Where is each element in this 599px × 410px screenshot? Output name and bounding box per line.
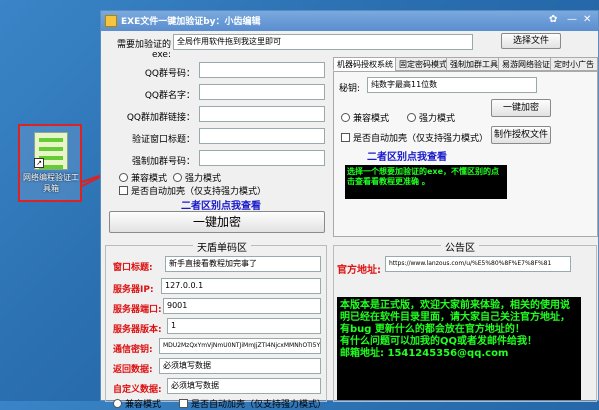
right-difference-hint-link[interactable]: 二者区别点我查看 <box>367 148 447 163</box>
window-title-label: 窗口标题: <box>113 263 153 273</box>
custom-data-label: 自定义数据: <box>113 385 162 395</box>
choose-file-button[interactable]: 选择文件 <box>501 33 561 49</box>
key-input[interactable]: 纯数字最高11位数 <box>367 77 537 93</box>
verify-title-input[interactable] <box>199 128 325 144</box>
difference-hint-link[interactable]: 二者区别点我查看 <box>181 197 261 212</box>
official-url-input[interactable]: https://www.lanzous.com/u/%E5%80%8F%E7%8… <box>385 256 571 272</box>
server-ip-input[interactable]: 127.0.0.1 <box>161 278 321 294</box>
force-mode-radio[interactable]: 强力模式 <box>173 171 221 184</box>
exe-path-input[interactable]: 全局作用软件拖到我这里即可 <box>173 34 473 50</box>
close-icon[interactable]: ✕ <box>583 14 591 25</box>
tab-timed-ad[interactable]: 定时小广告 <box>550 57 598 71</box>
custom-data-input[interactable]: 必须填写数据 <box>167 378 321 394</box>
force-mode-label: 强力模式 <box>185 174 222 184</box>
right-compat-radio[interactable]: 兼容模式 <box>341 111 389 124</box>
auto-shell-checkbox[interactable]: 是否自动加壳（仅支持强力模式） <box>119 184 266 197</box>
force-join-input[interactable] <box>199 150 325 166</box>
tiandun-compat-label: 兼容模式 <box>125 400 162 410</box>
auto-shell-label: 是否自动加壳（仅支持强力模式） <box>131 187 267 197</box>
compat-mode-label: 兼容模式 <box>131 174 168 184</box>
exe-path-label: 需要加验证的exe: <box>116 40 171 60</box>
right-compat-label: 兼容模式 <box>353 114 390 124</box>
right-one-key-button[interactable]: 一键加密 <box>491 99 551 117</box>
comm-key-input[interactable]: MDU2MzQxYmVjNmU0NTJiMmJjZTI4NjcxMMNhOTI5… <box>159 338 321 354</box>
main-window: EXE文件一键加验证by：小齿编辑 ✿ — ✕ 需要加验证的exe: 全局作用软… <box>100 10 599 410</box>
official-url-label: 官方地址: <box>337 265 381 276</box>
tiandun-auto-shell-label: 是否自动加壳（仅支持强力模式） <box>191 400 327 410</box>
app-icon <box>105 15 117 27</box>
one-key-encrypt-button[interactable]: 一键加密 <box>109 211 325 233</box>
qq-group-join-label: QQ群加群链接： <box>126 113 195 123</box>
server-ip-label: 服务器IP: <box>113 285 154 295</box>
right-auto-shell-checkbox[interactable]: 是否自动加壳（仅支持强力模式） <box>341 131 488 144</box>
tiandun-auto-shell-checkbox[interactable]: 是否自动加壳（仅支持强力模式） <box>179 397 326 410</box>
tab-force-join[interactable]: 强制加群工具 <box>446 57 502 71</box>
return-data-label: 返回数据: <box>113 365 153 375</box>
tab-fixed-password[interactable]: 固定密码模式 <box>395 57 451 71</box>
minimize-icon[interactable]: — <box>567 14 577 25</box>
title-bar: EXE文件一键加验证by：小齿编辑 ✿ — ✕ <box>101 11 598 31</box>
right-auto-shell-label: 是否自动加壳（仅支持强力模式） <box>353 134 489 144</box>
window-title: EXE文件一键加验证by：小齿编辑 <box>121 17 261 27</box>
qq-group-no-label: QQ群号码： <box>144 69 195 79</box>
qq-group-no-input[interactable] <box>199 62 325 78</box>
tab-machine-code[interactable]: 机器码授权系统 <box>333 57 397 71</box>
tab-yiyou-verify[interactable]: 易游网络验证 <box>498 57 554 71</box>
window-title-input[interactable]: 新手直接看教程加完事了 <box>165 256 321 272</box>
tiandun-title: 天盾单码区 <box>193 239 251 254</box>
server-port-input[interactable]: 9001 <box>163 298 321 314</box>
verify-title-label: 验证窗口标题： <box>131 135 195 145</box>
settings-icon[interactable]: ✿ <box>549 14 557 25</box>
key-label: 秘钥: <box>339 84 361 94</box>
tip-text: 选择一个想要加验证的exe，不懂区别的点击查看看教程更准确 。 <box>345 165 507 199</box>
qq-group-join-input[interactable] <box>199 106 325 122</box>
tiandun-compat-radio[interactable]: 兼容模式 <box>113 397 161 410</box>
force-join-label: 强制加群号码： <box>131 157 195 167</box>
compat-mode-radio[interactable]: 兼容模式 <box>119 171 167 184</box>
server-version-label: 服务器版本: <box>113 325 162 335</box>
make-auth-file-button[interactable]: 制作授权文件 <box>491 126 551 144</box>
qq-group-name-label: QQ群名字： <box>144 91 195 101</box>
return-data-input[interactable]: 必须填写数据 <box>159 358 321 374</box>
qq-group-name-input[interactable] <box>199 84 325 100</box>
right-force-radio[interactable]: 强力模式 <box>407 111 455 124</box>
comm-key-label: 通信密钥: <box>113 345 153 355</box>
notice-body: 本版本是正式版，欢迎大家前来体验，相关的使用说明已经在软件目录里面，请大家自己关… <box>337 297 581 400</box>
server-port-label: 服务器端口: <box>113 305 162 315</box>
notice-title: 公告区 <box>441 239 479 254</box>
server-version-input[interactable]: 1 <box>167 318 321 334</box>
right-force-label: 强力模式 <box>419 114 456 124</box>
